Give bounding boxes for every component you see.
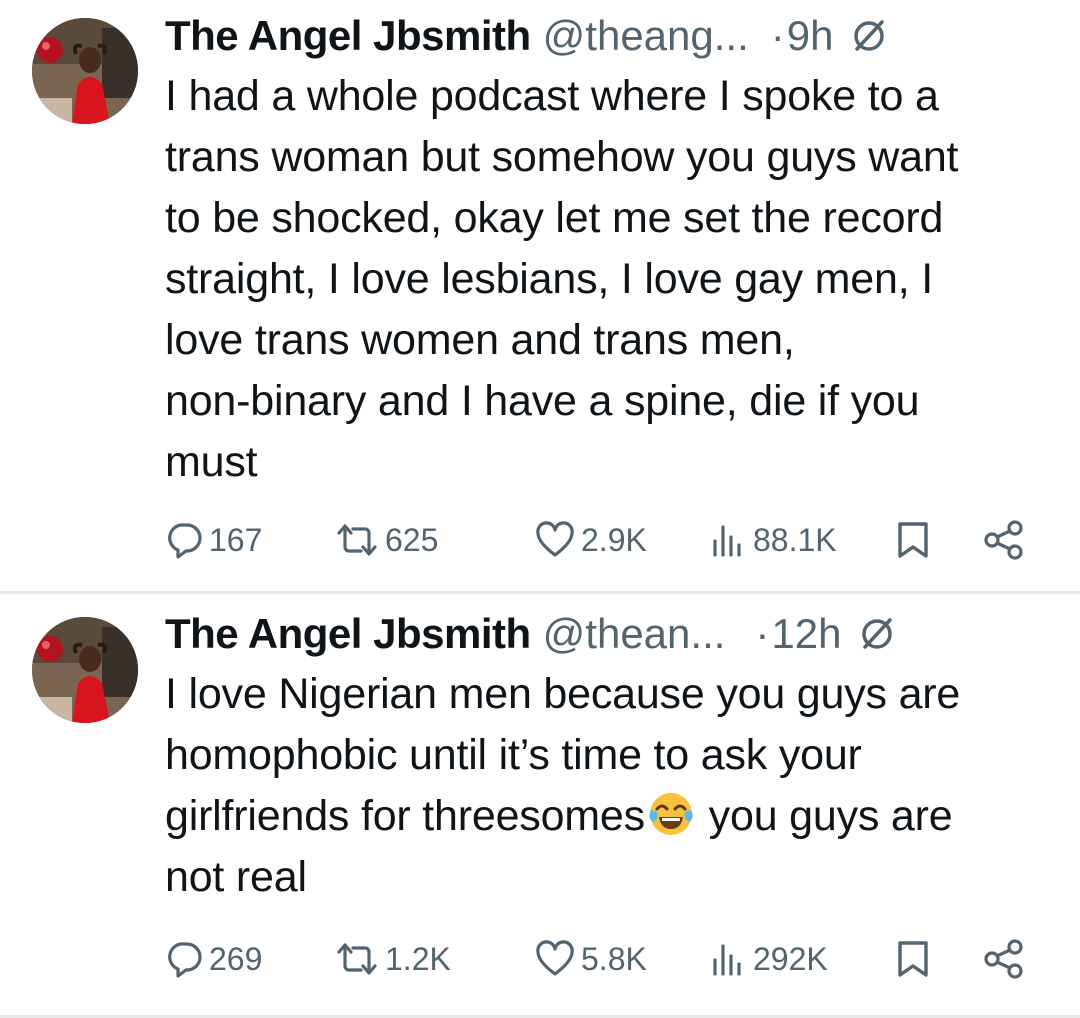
bookmark-icon <box>898 941 928 977</box>
tweet-text-line: I had a whole podcast where I spoke to a <box>165 72 939 120</box>
share-button[interactable] <box>983 515 1025 565</box>
tweet-divider <box>0 591 1080 594</box>
share-button[interactable] <box>983 934 1025 984</box>
tweet-text-line: straight, I love lesbians, I love gay me… <box>165 255 933 303</box>
tweet-text-line: not real <box>165 853 307 901</box>
tweet-text-line: I love Nigerian men because you guys are <box>165 670 961 718</box>
views-icon <box>713 525 741 557</box>
like-count: 2.9K <box>581 521 647 558</box>
display-name[interactable]: The Angel Jbsmith <box>165 608 531 660</box>
tweet-text: I had a whole podcast where I spoke to a… <box>165 66 1065 493</box>
avatar-image <box>32 18 138 124</box>
tweet-text-line: to be shocked, okay let me set the recor… <box>165 194 944 242</box>
view-count: 88.1K <box>753 521 837 558</box>
display-name[interactable]: The Angel Jbsmith <box>165 10 531 62</box>
avatar[interactable] <box>32 617 138 723</box>
timestamp[interactable]: 9h <box>787 10 834 62</box>
bookmark-button[interactable] <box>895 934 931 984</box>
reply-button[interactable]: 167 <box>165 515 262 565</box>
reply-count: 269 <box>209 940 263 977</box>
retweet-icon <box>337 524 377 556</box>
tweet-text-line: girlfriends for threesomes you guys are <box>165 786 1065 847</box>
tweet-text: I love Nigerian men because you guys are… <box>165 664 1065 908</box>
tweet-text-segment: girlfriends for threesomes <box>165 792 645 840</box>
views-icon <box>713 944 741 976</box>
tweet-text-line: trans woman but somehow you guys want <box>165 133 959 181</box>
retweet-count: 625 <box>385 521 439 558</box>
reply-button[interactable]: 269 <box>165 934 262 984</box>
not-allowed-icon <box>859 616 895 652</box>
tweet-text-segment: you guys are <box>696 792 953 840</box>
retweet-icon <box>337 943 377 975</box>
heart-icon <box>536 521 574 557</box>
views-button[interactable]: 292K <box>711 934 828 984</box>
tweet-actions: 167 625 2.9K 88.1K <box>165 515 1045 565</box>
view-count: 292K <box>753 940 828 977</box>
tweet-actions: 269 1.2K 5.8K 292K <box>165 934 1045 984</box>
user-handle[interactable]: @theang... <box>543 10 749 62</box>
like-button[interactable]: 5.8K <box>535 934 647 984</box>
tweet-card[interactable]: The Angel Jbsmith @theang... · 9h I had … <box>0 0 1080 592</box>
separator-dot: · <box>755 610 770 657</box>
tweet-text-line: non-binary and I have a spine, die if yo… <box>165 377 920 425</box>
reply-icon <box>168 523 202 559</box>
views-button[interactable]: 88.1K <box>711 515 837 565</box>
not-allowed-icon <box>851 18 887 54</box>
face-with-tears-of-joy-icon <box>647 790 695 838</box>
avatar[interactable] <box>32 18 138 124</box>
retweet-button[interactable]: 1.2K <box>335 934 451 984</box>
tweet-header: The Angel Jbsmith @thean... · 12h <box>165 608 1055 660</box>
reply-icon <box>168 942 202 978</box>
tweet-header: The Angel Jbsmith @theang... · 9h <box>165 10 1055 62</box>
like-count: 5.8K <box>581 940 647 977</box>
bookmark-button[interactable] <box>895 515 931 565</box>
share-icon <box>984 939 1023 979</box>
retweet-button[interactable]: 625 <box>335 515 438 565</box>
bookmark-icon <box>898 522 928 558</box>
retweet-count: 1.2K <box>385 940 451 977</box>
reply-count: 167 <box>209 521 263 558</box>
tweet-text-line: homophobic until it’s time to ask your <box>165 731 862 779</box>
avatar-image <box>32 617 138 723</box>
timestamp[interactable]: 12h <box>771 608 841 660</box>
tweet-text-line: must <box>165 438 258 486</box>
like-button[interactable]: 2.9K <box>535 515 647 565</box>
tweet-text-line: love trans women and trans men, <box>165 316 795 364</box>
separator-dot: · <box>770 12 785 59</box>
heart-icon <box>536 940 574 976</box>
user-handle[interactable]: @thean... <box>543 608 726 660</box>
share-icon <box>984 520 1023 560</box>
